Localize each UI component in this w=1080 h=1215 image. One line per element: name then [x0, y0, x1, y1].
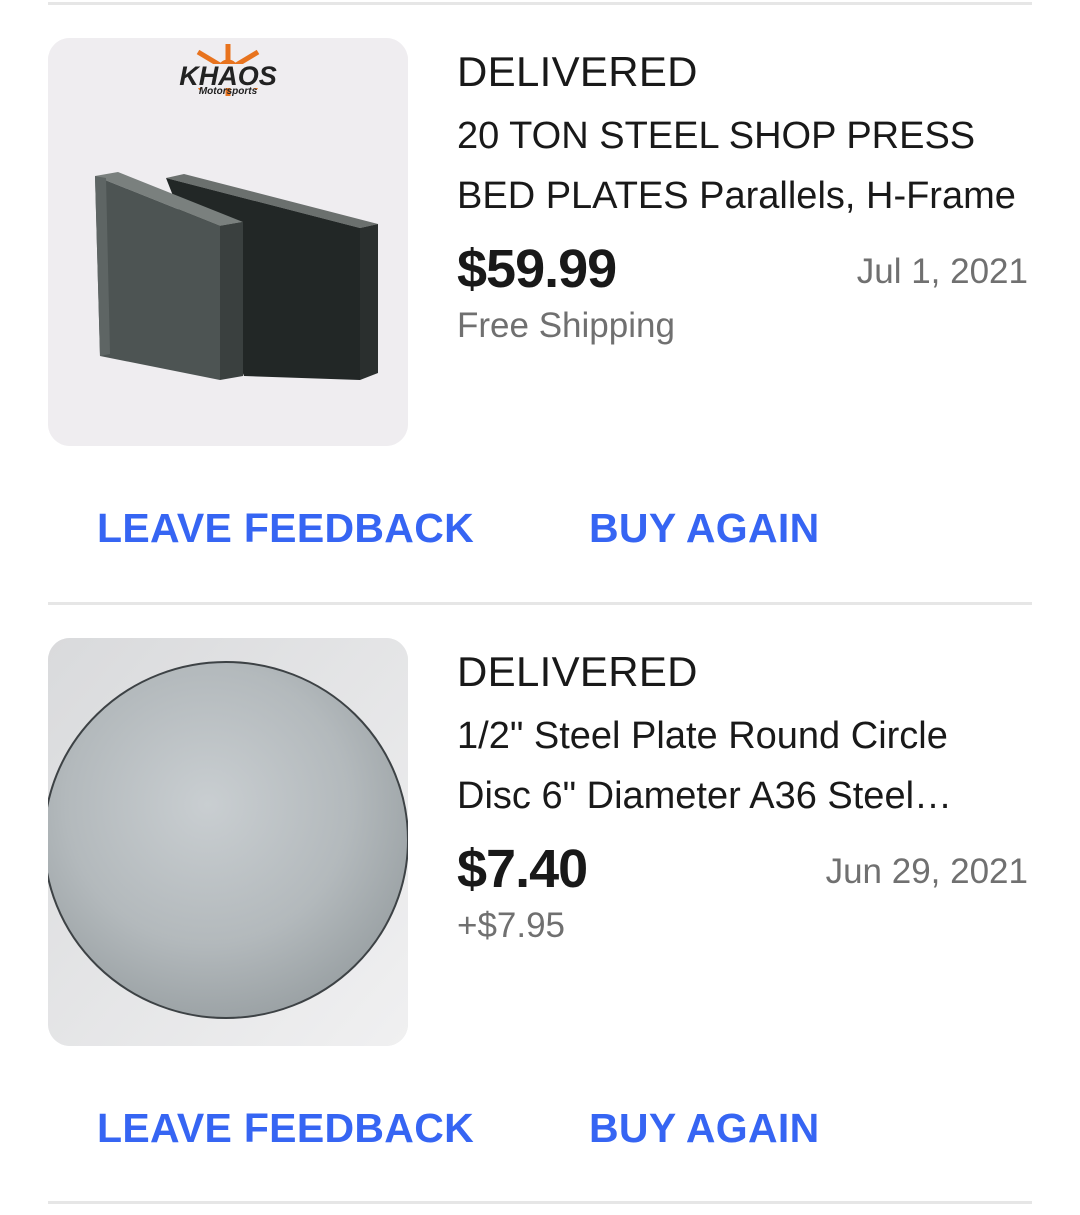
- item-title[interactable]: 20 TON STEEL SHOP PRESS BED PLATES Paral…: [457, 106, 1017, 226]
- product-image[interactable]: KHAOS Motorsports: [48, 38, 408, 446]
- order-info: DELIVERED 20 TON STEEL SHOP PRESS BED PL…: [457, 44, 1032, 348]
- logo-brand-sub: Motorsports: [199, 86, 258, 97]
- item-price: $7.40: [457, 839, 588, 899]
- divider: [48, 602, 1032, 605]
- steel-disc-image: [48, 638, 408, 1046]
- order-date: Jun 29, 2021: [825, 852, 1028, 891]
- shipping-info: +$7.95: [457, 906, 566, 945]
- buy-again-button[interactable]: BUY AGAIN: [589, 503, 820, 553]
- item-price: $59.99: [457, 239, 617, 299]
- order-date: Jul 1, 2021: [856, 252, 1028, 291]
- buy-again-button[interactable]: BUY AGAIN: [589, 1103, 820, 1153]
- order-status: DELIVERED: [457, 48, 698, 95]
- divider: [48, 2, 1032, 5]
- shipping-info: Free Shipping: [457, 306, 675, 345]
- product-image[interactable]: [48, 638, 408, 1046]
- divider: [48, 1201, 1032, 1204]
- steel-bars-image: KHAOS Motorsports: [48, 38, 408, 446]
- order-status: DELIVERED: [457, 648, 698, 695]
- price-row: $59.99 Jul 1, 2021: [457, 234, 1032, 304]
- leave-feedback-button[interactable]: LEAVE FEEDBACK: [97, 503, 474, 553]
- item-title[interactable]: 1/2" Steel Plate Round Circle Disc 6" Di…: [457, 706, 1017, 826]
- order-info: DELIVERED 1/2" Steel Plate Round Circle …: [457, 644, 1032, 948]
- leave-feedback-button[interactable]: LEAVE FEEDBACK: [97, 1103, 474, 1153]
- price-row: $7.40 Jun 29, 2021: [457, 834, 1032, 904]
